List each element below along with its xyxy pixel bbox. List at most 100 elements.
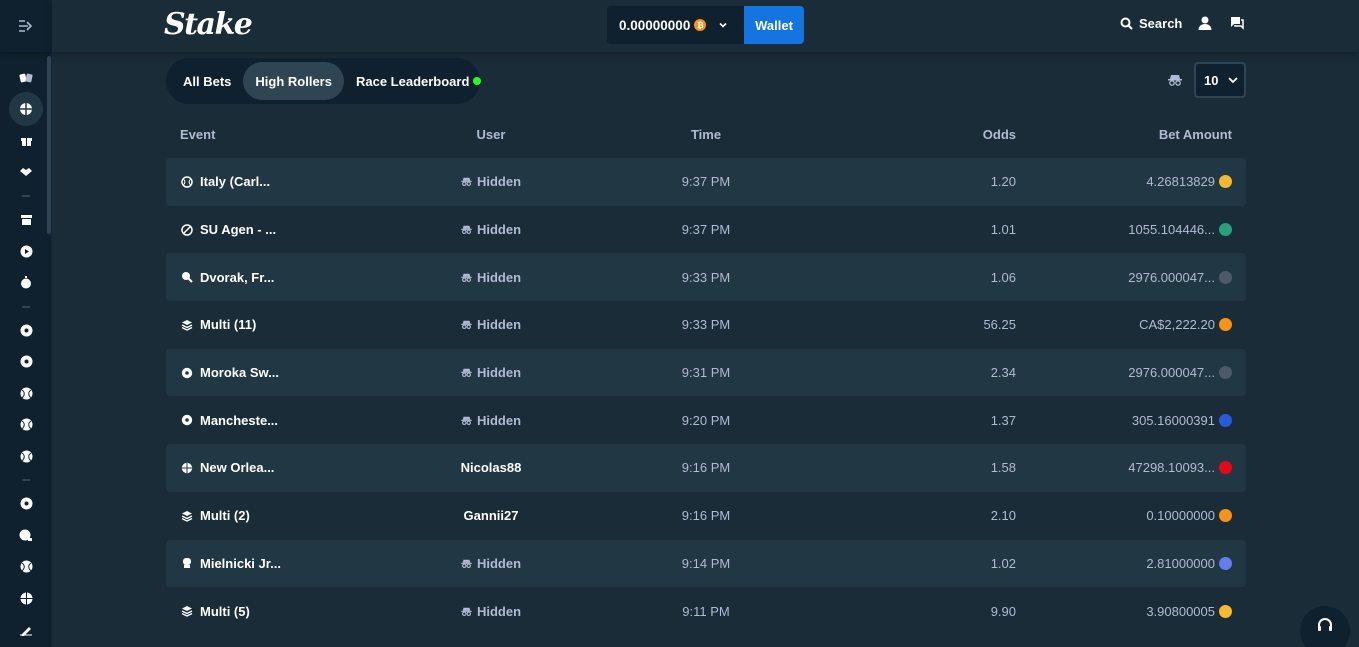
event-cell[interactable]: Dvorak, Fr... bbox=[166, 270, 396, 285]
bets-table: Event User Time Odds Bet Amount Italy (C… bbox=[166, 110, 1246, 635]
incognito-filter-button[interactable] bbox=[1168, 73, 1182, 91]
user-cell: Hidden bbox=[396, 413, 586, 428]
collapse-menu-icon[interactable] bbox=[14, 14, 38, 38]
time-cell: 9:11 PM bbox=[682, 603, 730, 619]
table-row[interactable]: Mielnicki Jr... Hidden 9:14 PM 1.02 2.810000… bbox=[166, 539, 1246, 588]
time-cell: 9:31 PM bbox=[681, 365, 731, 381]
sidebar-item-starting-soon[interactable] bbox=[0, 267, 52, 299]
tron-coin-icon bbox=[1219, 461, 1232, 475]
time-cell: 9:33 PM bbox=[681, 317, 731, 333]
event-cell[interactable]: Mielnicki Jr... bbox=[166, 556, 396, 571]
event-cell[interactable]: SU Agen - ... bbox=[166, 222, 396, 237]
tab-race-leaderboard[interactable]: Race Leaderboard bbox=[344, 62, 493, 100]
event-cell[interactable]: Multi (5) bbox=[166, 604, 396, 619]
event-name: Multi (5) bbox=[200, 603, 250, 619]
sidebar-item-promotions[interactable] bbox=[0, 125, 52, 157]
balance-selector[interactable]: 0.00000000 ₿ bbox=[607, 6, 744, 44]
table-row[interactable]: Moroka Sw... Hidden 9:31 PM 2.34 2976.000047… bbox=[166, 348, 1246, 397]
sidebar-item-live-support[interactable] bbox=[0, 157, 52, 189]
wallet-button[interactable]: Wallet bbox=[744, 6, 804, 44]
sidebar-item-soccer-2[interactable] bbox=[0, 346, 52, 378]
bet-amount-cell: 4.26813829 bbox=[1016, 174, 1246, 189]
table-row[interactable]: Multi (2) Gannii27 9:16 PM 2.10 0.10000000 bbox=[166, 492, 1246, 540]
user-name: Hidden bbox=[476, 603, 522, 619]
event-cell[interactable]: Mancheste... bbox=[166, 413, 396, 428]
table-row[interactable]: Italy (Carl... Hidden 9:37 PM 1.20 4.2681382… bbox=[166, 158, 1246, 206]
bet-amount-value: 2976.000047... bbox=[1128, 269, 1215, 285]
stake-logo[interactable]: Stake bbox=[164, 7, 253, 42]
user-cell: Hidden bbox=[396, 174, 586, 189]
bitcoin-coin-icon bbox=[1219, 509, 1232, 523]
user-cell[interactable]: Gannii27 bbox=[396, 508, 586, 523]
user-cell: Hidden bbox=[396, 556, 586, 571]
basketball-icon bbox=[180, 461, 194, 475]
header-event: Event bbox=[180, 126, 216, 142]
chat-button[interactable] bbox=[1230, 16, 1244, 35]
event-name: Italy (Carl... bbox=[200, 174, 271, 190]
table-row[interactable]: New Orlea... Nicolas88 9:16 PM 1.58 47298.10… bbox=[166, 444, 1246, 492]
xrp-coin-icon bbox=[1219, 366, 1232, 380]
table-row[interactable]: Dvorak, Fr... Hidden 9:33 PM 1.06 2976.00004… bbox=[166, 253, 1246, 302]
chevron-down-icon bbox=[1228, 77, 1239, 84]
sidebar-item-hockey[interactable] bbox=[0, 520, 52, 552]
table-row[interactable]: Multi (11) Hidden 9:33 PM 56.25 CA$2,222.20 bbox=[166, 301, 1246, 349]
page-size-select[interactable]: 10 bbox=[1194, 62, 1246, 98]
incognito-icon bbox=[461, 368, 472, 378]
top-bar: Stake 0.00000000 ₿ Wallet Search bbox=[52, 0, 1359, 52]
sidebar-item-tennis-3[interactable] bbox=[0, 441, 52, 473]
incognito-icon bbox=[461, 225, 472, 234]
search-label: Search bbox=[1139, 16, 1183, 31]
handshake-icon bbox=[20, 168, 32, 177]
table-row[interactable]: SU Agen - ... Hidden 9:37 PM 1.01 1055.10444… bbox=[166, 206, 1246, 254]
search-icon bbox=[1120, 17, 1133, 30]
link-coin-icon bbox=[1219, 413, 1232, 427]
sidebar-item-sports[interactable] bbox=[0, 92, 52, 127]
soccer-icon bbox=[180, 413, 194, 427]
incognito-icon bbox=[461, 607, 472, 616]
search-button[interactable]: Search bbox=[1120, 16, 1182, 31]
soccer-icon bbox=[20, 355, 32, 368]
event-name: Mielnicki Jr... bbox=[200, 555, 281, 571]
time-cell: 9:14 PM bbox=[681, 555, 731, 571]
support-chat-button[interactable] bbox=[1300, 606, 1350, 647]
sidebar-divider bbox=[0, 472, 52, 488]
ethereum-coin-icon bbox=[1219, 556, 1232, 570]
bet-amount-cell: 1055.104446... bbox=[1016, 222, 1246, 237]
chat-icon bbox=[1231, 17, 1244, 30]
header-odds: Odds bbox=[982, 126, 1016, 142]
odds-cell: 1.20 bbox=[990, 174, 1016, 190]
user-menu-button[interactable] bbox=[1198, 16, 1212, 35]
user-name: Hidden bbox=[476, 317, 522, 333]
sidebar-item-sportsbook[interactable] bbox=[0, 204, 52, 236]
sidebar-item-cricket[interactable] bbox=[0, 614, 52, 646]
bet-amount-value: 47298.10093... bbox=[1128, 460, 1215, 476]
sidebar-item-tennis-2[interactable] bbox=[0, 409, 52, 441]
sidebar-item-soccer[interactable] bbox=[0, 315, 52, 347]
sidebar-item-live[interactable] bbox=[0, 236, 52, 268]
table-row[interactable]: Mancheste... Hidden 9:20 PM 1.37 305.1600039… bbox=[166, 396, 1246, 444]
odds-cell: 1.06 bbox=[990, 269, 1016, 285]
chevron-down-icon bbox=[719, 22, 727, 28]
event-name: New Orlea... bbox=[200, 460, 275, 476]
user-name: Hidden bbox=[476, 555, 522, 571]
tab-high-rollers[interactable]: High Rollers bbox=[243, 62, 344, 100]
sidebar-item-casino[interactable] bbox=[0, 62, 52, 94]
event-cell[interactable]: Moroka Sw... bbox=[166, 365, 396, 380]
sidebar-item-tennis[interactable] bbox=[0, 378, 52, 410]
sidebar-item-football[interactable] bbox=[0, 488, 52, 520]
sidebar-item-baseball[interactable] bbox=[0, 551, 52, 583]
sidebar-item-basketball[interactable] bbox=[0, 583, 52, 615]
table-row[interactable]: Multi (5) Hidden 9:11 PM 9.90 3.90800005 bbox=[166, 587, 1246, 635]
store-icon bbox=[20, 214, 32, 225]
cricket-bat-icon bbox=[20, 627, 32, 637]
tether-coin-icon bbox=[1219, 223, 1232, 237]
user-icon bbox=[1198, 16, 1212, 30]
event-cell[interactable]: Multi (2) bbox=[166, 508, 396, 523]
event-cell[interactable]: Multi (11) bbox=[166, 317, 396, 332]
event-cell[interactable]: Italy (Carl... bbox=[166, 174, 396, 189]
tab-label: High Rollers bbox=[255, 73, 332, 89]
incognito-icon bbox=[461, 416, 472, 425]
event-cell[interactable]: New Orlea... bbox=[166, 460, 396, 475]
user-cell[interactable]: Nicolas88 bbox=[396, 460, 586, 475]
tab-all-bets[interactable]: All Bets bbox=[171, 62, 243, 100]
